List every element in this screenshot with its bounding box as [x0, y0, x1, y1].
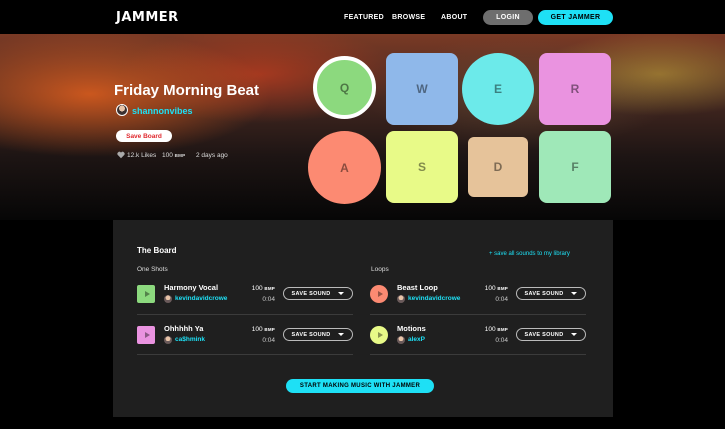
top-nav: JAMMER FEATURED BROWSE ABOUT LOGIN GET J…: [0, 0, 725, 34]
sound-bpm: 100 BMP: [485, 285, 508, 292]
board-section-title: The Board: [137, 246, 177, 255]
sound-duration: 0:04: [262, 296, 275, 303]
pad-f[interactable]: F: [539, 131, 611, 203]
pad-a[interactable]: A: [308, 131, 381, 204]
pad-e[interactable]: E: [462, 53, 534, 125]
user-avatar[interactable]: [164, 295, 172, 303]
hero-banner: Friday Morning Beat shannonvibes Save Bo…: [0, 34, 725, 220]
nav-link-about[interactable]: ABOUT: [441, 14, 467, 21]
chevron-down-icon: [338, 333, 345, 336]
creator-username[interactable]: shannonvibes: [132, 106, 193, 116]
sound-name: Harmony Vocal: [164, 283, 219, 292]
pad-d[interactable]: D: [468, 137, 528, 197]
chevron-down-icon: [571, 333, 578, 336]
play-icon: [144, 291, 150, 297]
row-divider: [370, 354, 586, 355]
play-button[interactable]: [370, 285, 388, 303]
row-divider: [137, 314, 353, 315]
login-button[interactable]: LOGIN: [483, 10, 533, 25]
pad-r-label: R: [570, 82, 580, 96]
save-sound-label: SAVE SOUND: [524, 290, 564, 297]
heart-icon[interactable]: [117, 151, 125, 159]
board-panel: The Board + save all sounds to my librar…: [113, 220, 613, 417]
chevron-down-icon: [571, 292, 578, 295]
sound-user[interactable]: kevindavidcrowe: [408, 295, 460, 302]
board-bpm-unit: BMP: [174, 153, 186, 158]
pad-a-label: A: [340, 160, 349, 175]
sound-bpm: 100 BMP: [252, 285, 275, 292]
pad-q-label: Q: [339, 80, 350, 95]
pad-f-label: F: [571, 160, 579, 174]
sound-bpm-value: 100: [484, 326, 496, 333]
pad-e-label: E: [493, 82, 502, 96]
nav-link-featured[interactable]: FEATURED: [344, 14, 384, 21]
sound-user[interactable]: ca$hmink: [175, 336, 205, 343]
board-bpm: 100 BMP: [162, 152, 185, 159]
sound-bpm: 100 BMP: [485, 326, 508, 333]
pad-q[interactable]: Q: [313, 56, 376, 119]
loops-label: Loops: [371, 266, 389, 273]
sound-name: Motions: [397, 324, 426, 333]
sound-bpm: 100 BMP: [252, 326, 275, 333]
sound-bpm-value: 100: [251, 326, 263, 333]
likes-count: 12.k Likes: [127, 152, 157, 159]
sound-duration: 0:04: [495, 337, 508, 344]
sound-duration: 0:04: [495, 296, 508, 303]
play-icon: [377, 291, 383, 297]
save-sound-label: SAVE SOUND: [291, 331, 331, 338]
save-sound-button[interactable]: SAVE SOUND: [516, 287, 586, 300]
user-avatar[interactable]: [397, 295, 405, 303]
sound-bpm-value: 100: [251, 285, 263, 292]
board-title: Friday Morning Beat: [114, 82, 260, 99]
save-all-sounds-link[interactable]: + save all sounds to my library: [489, 251, 570, 257]
play-icon: [144, 332, 150, 338]
pad-d-label: D: [493, 160, 503, 174]
play-icon: [377, 332, 383, 338]
user-avatar[interactable]: [164, 336, 172, 344]
sound-row-ohhhhh-ya: Ohhhhh Ya ca$hmink 100 BMP 0:04 SAVE SOU…: [137, 321, 353, 361]
sound-user[interactable]: alexP: [408, 336, 425, 343]
pad-w-label: W: [416, 82, 428, 96]
start-making-music-button[interactable]: START MAKING MUSIC WITH JAMMER: [286, 379, 434, 393]
play-button[interactable]: [137, 326, 155, 344]
row-divider: [137, 354, 353, 355]
pad-r[interactable]: R: [539, 53, 611, 125]
chevron-down-icon: [338, 292, 345, 295]
nav-link-browse[interactable]: BROWSE: [392, 14, 425, 21]
board-bpm-value: 100: [162, 152, 173, 159]
sound-user[interactable]: kevindavidcrowe: [175, 295, 227, 302]
pad-w[interactable]: W: [386, 53, 458, 125]
get-jammer-button[interactable]: GET JAMMER: [538, 10, 613, 25]
save-sound-button[interactable]: SAVE SOUND: [283, 287, 353, 300]
sound-bpm-unit: BMP: [264, 327, 275, 332]
save-sound-button[interactable]: SAVE SOUND: [283, 328, 353, 341]
row-divider: [370, 314, 586, 315]
user-avatar[interactable]: [397, 336, 405, 344]
save-sound-label: SAVE SOUND: [524, 331, 564, 338]
sound-name: Beast Loop: [397, 283, 438, 292]
play-button[interactable]: [137, 285, 155, 303]
one-shots-label: One Shots: [137, 266, 168, 273]
sound-duration: 0:04: [262, 337, 275, 344]
save-board-button[interactable]: Save Board: [116, 130, 172, 142]
sound-bpm-unit: BMP: [497, 327, 508, 332]
save-sound-button[interactable]: SAVE SOUND: [516, 328, 586, 341]
save-sound-label: SAVE SOUND: [291, 290, 331, 297]
posted-time: 2 days ago: [196, 152, 228, 159]
pad-s-label: S: [417, 160, 426, 174]
sound-name: Ohhhhh Ya: [164, 324, 204, 333]
creator-avatar[interactable]: [116, 104, 128, 116]
jammer-logo[interactable]: JAMMER: [116, 10, 179, 25]
sound-bpm-unit: BMP: [497, 286, 508, 291]
sound-bpm-unit: BMP: [264, 286, 275, 291]
pad-s[interactable]: S: [386, 131, 458, 203]
play-button[interactable]: [370, 326, 388, 344]
sound-row-motions: Motions alexP 100 BMP 0:04 SAVE SOUND: [370, 321, 586, 361]
sound-bpm-value: 100: [484, 285, 496, 292]
